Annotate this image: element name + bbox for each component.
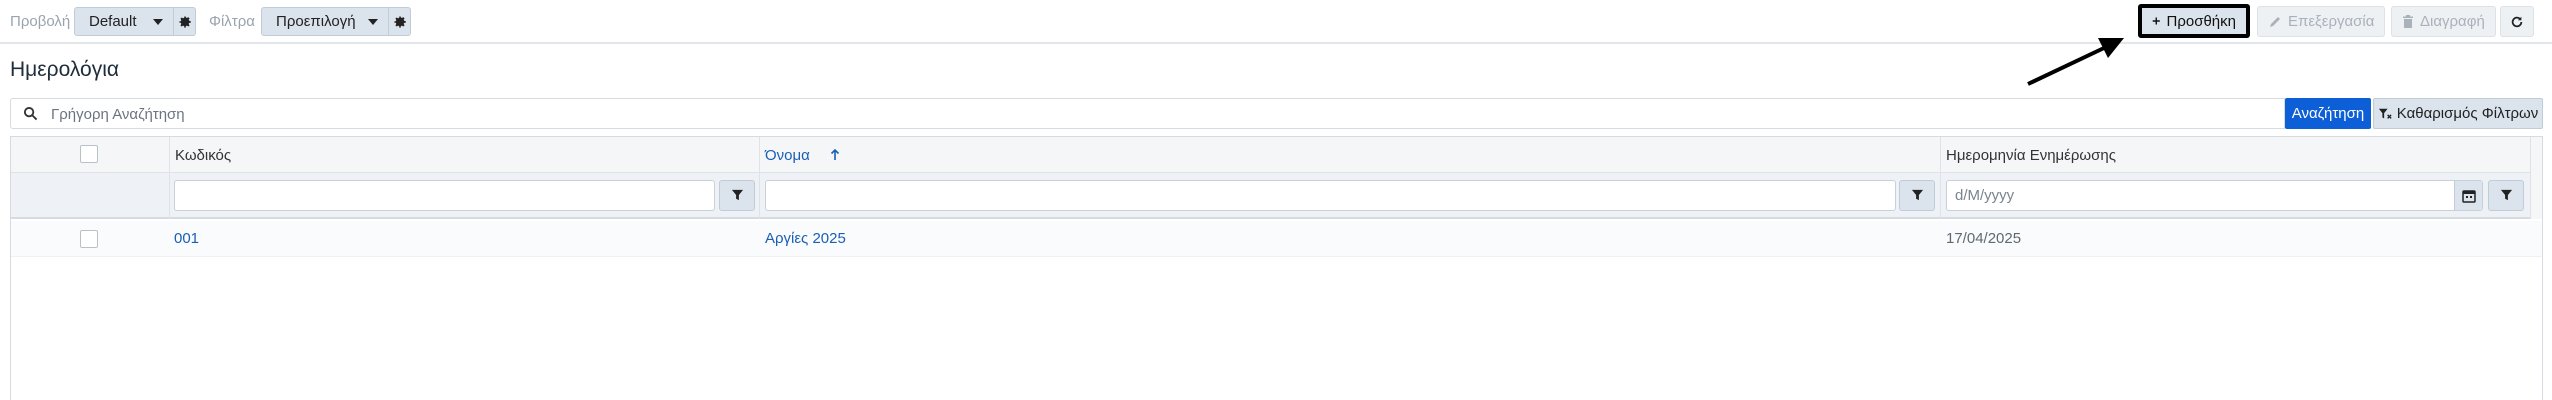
name-filter-input[interactable] <box>765 180 1896 211</box>
column-separator <box>169 137 170 219</box>
column-separator <box>759 137 760 219</box>
top-toolbar: Προβολή Default Φίλτρα Προεπιλογή Προσθή… <box>0 0 2552 44</box>
code-filter-input[interactable] <box>174 180 715 211</box>
arrow-up-icon <box>830 148 840 160</box>
trash-icon <box>2403 14 2413 28</box>
page-title: Ημερολόγια <box>10 58 120 81</box>
view-label: Προβολή <box>10 13 71 30</box>
code-filter-button[interactable] <box>719 180 755 211</box>
column-header-name[interactable]: Όνομα <box>765 147 840 164</box>
column-header-name-label: Όνομα <box>765 147 810 164</box>
filter-label: Φίλτρα <box>209 13 255 30</box>
funnel-icon <box>2500 189 2512 201</box>
pencil-icon <box>2270 16 2280 27</box>
row-checkbox[interactable] <box>80 230 98 248</box>
chevron-down-icon <box>368 19 378 25</box>
annotation-arrow-icon <box>2027 38 2124 86</box>
view-dropdown[interactable]: Default <box>74 7 174 36</box>
header-scroll-gutter <box>2530 137 2542 219</box>
filter-clear-icon <box>2378 108 2392 119</box>
view-settings-button[interactable] <box>174 7 196 36</box>
add-button-label: Προσθήκη <box>2166 12 2237 30</box>
gear-icon <box>393 15 406 28</box>
funnel-icon <box>1911 189 1923 201</box>
row-updated-date: 17/04/2025 <box>1946 230 2022 247</box>
filter-dropdown-value: Προεπιλογή <box>276 13 356 30</box>
name-filter-button[interactable] <box>1899 180 1935 211</box>
refresh-button[interactable] <box>2500 6 2534 37</box>
plus-icon <box>2152 17 2160 25</box>
clear-filters-button[interactable]: Καθαρισμός Φίλτρων <box>2373 98 2543 129</box>
search-button[interactable]: Αναζήτηση <box>2285 98 2371 129</box>
updated-filter-button[interactable] <box>2488 180 2524 211</box>
filter-dropdown[interactable]: Προεπιλογή <box>261 7 389 36</box>
select-all-checkbox[interactable] <box>80 145 98 163</box>
date-picker-button[interactable] <box>2454 181 2482 210</box>
search-icon <box>23 106 38 121</box>
calendars-grid: Κωδικός Όνομα Ημερομηνία Ενημέρωσης d/M/… <box>10 136 2543 400</box>
grid-header-row: Κωδικός Όνομα Ημερομηνία Ενημέρωσης <box>11 137 2542 173</box>
row-name-link[interactable]: Αργίες 2025 <box>765 230 846 247</box>
clear-filters-label: Καθαρισμός Φίλτρων <box>2396 105 2539 122</box>
row-code-link[interactable]: 001 <box>174 230 199 247</box>
gear-icon <box>178 15 191 28</box>
chevron-down-icon <box>153 19 163 25</box>
delete-button[interactable]: Διαγραφή <box>2391 6 2496 37</box>
column-separator <box>1940 137 1941 219</box>
quick-search-input[interactable] <box>51 102 2251 126</box>
updated-date-filter-input[interactable] <box>1946 180 2483 211</box>
table-row[interactable]: 001 Αργίες 2025 17/04/2025 <box>11 221 2542 257</box>
funnel-icon <box>731 189 743 201</box>
refresh-icon <box>2511 16 2523 27</box>
column-header-code[interactable]: Κωδικός <box>175 147 231 164</box>
filter-settings-button[interactable] <box>389 7 411 36</box>
column-header-updated[interactable]: Ημερομηνία Ενημέρωσης <box>1946 147 2116 164</box>
calendar-icon <box>2461 189 2476 203</box>
quick-search-box <box>10 98 2285 129</box>
edit-button-label: Επεξεργασία <box>2288 13 2375 30</box>
edit-button[interactable]: Επεξεργασία <box>2257 6 2386 37</box>
delete-button-label: Διαγραφή <box>2420 13 2485 30</box>
add-button[interactable]: Προσθήκη <box>2138 4 2250 38</box>
view-dropdown-value: Default <box>89 13 137 30</box>
